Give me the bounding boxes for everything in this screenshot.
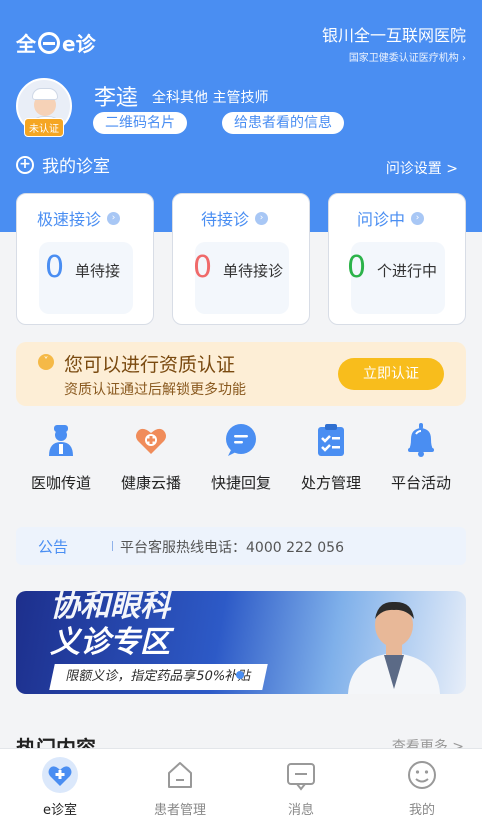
card-label: 个进行中 bbox=[377, 262, 438, 280]
carousel-indicator[interactable] bbox=[236, 671, 244, 679]
home-icon bbox=[164, 759, 196, 791]
doctor-department-title: 全科其他 主管技师 bbox=[152, 87, 268, 107]
tool-quick-reply[interactable]: 快捷回复 bbox=[196, 420, 286, 493]
tool-prescription[interactable]: 处方管理 bbox=[286, 420, 376, 493]
tool-label: 健康云播 bbox=[120, 474, 181, 492]
patient-info-button[interactable]: 给患者看的信息 bbox=[222, 112, 344, 134]
message-icon bbox=[285, 759, 317, 791]
announcement-tag: 公告 bbox=[38, 538, 69, 556]
logo-text-left: 全 bbox=[16, 32, 36, 56]
chevron-down-icon: ˅ bbox=[38, 354, 54, 370]
tab-patient-management[interactable]: 患者管理 bbox=[132, 759, 228, 818]
card-in-progress[interactable]: 问诊中 › 0 个进行中 bbox=[328, 193, 466, 325]
tool-doctor-lectures[interactable]: 医咖传道 bbox=[16, 420, 106, 493]
hospital-info[interactable]: 银川全一互联网医院 国家卫健委认证医疗机构 › bbox=[322, 22, 466, 64]
card-count: 0 bbox=[347, 250, 367, 285]
tab-label: 患者管理 bbox=[153, 803, 206, 818]
chevron-right-icon: › bbox=[255, 211, 269, 225]
announcement-text: 平台客服热线电话：4000 222 056 bbox=[120, 540, 344, 556]
card-label: 单待接诊 bbox=[223, 262, 284, 280]
hospital-name: 银川全一互联网医院 bbox=[321, 26, 466, 45]
tool-label: 快捷回复 bbox=[210, 474, 271, 492]
doctor-icon bbox=[43, 422, 79, 458]
verify-now-button[interactable]: 立即认证 bbox=[338, 358, 444, 390]
card-title-text: 待接诊 bbox=[201, 210, 250, 229]
banner-title: 义诊专区 bbox=[50, 625, 170, 660]
promo-banner[interactable]: 协和眼科 义诊专区 限额义诊，指定药品享50%补贴 bbox=[16, 591, 466, 694]
tab-mine[interactable]: 我的 bbox=[374, 759, 470, 818]
tab-label: 消息 bbox=[287, 803, 314, 818]
card-title-text: 极速接诊 bbox=[37, 210, 102, 229]
card-count: 0 bbox=[193, 250, 213, 285]
tool-label: 医咖传道 bbox=[30, 474, 91, 492]
card-label: 单待接 bbox=[75, 262, 121, 280]
tool-label: 平台活动 bbox=[390, 474, 451, 492]
verify-subtitle: 资质认证通过后解锁更多功能 bbox=[64, 382, 246, 398]
verify-banner: ˅ 您可以进行资质认证 资质认证通过后解锁更多功能 立即认证 bbox=[16, 342, 466, 406]
chat-icon bbox=[223, 422, 259, 458]
card-fast-consult[interactable]: 极速接诊 › 0 单待接 bbox=[16, 193, 154, 325]
tool-platform-events[interactable]: 平台活动 bbox=[376, 420, 466, 493]
card-title: 问诊中 › bbox=[357, 206, 425, 230]
hospital-certification: 国家卫健委认证医疗机构 › bbox=[348, 53, 466, 64]
chevron-right-icon: › bbox=[107, 211, 121, 225]
tab-label: 我的 bbox=[408, 803, 435, 818]
tool-health-live[interactable]: 健康云播 bbox=[106, 420, 196, 493]
bottom-tab-bar: e诊室 患者管理 消息 我的 bbox=[0, 748, 482, 823]
doctor-department: 全科其他 bbox=[152, 90, 208, 106]
smile-face-icon bbox=[406, 759, 438, 791]
doctor-title: 主管技师 bbox=[212, 90, 269, 106]
card-pending[interactable]: 待接诊 › 0 单待接诊 bbox=[172, 193, 310, 325]
divider bbox=[112, 541, 113, 551]
tool-label: 处方管理 bbox=[300, 474, 361, 492]
clipboard-icon bbox=[313, 422, 349, 458]
banner-subtitle: 限额义诊，指定药品享50%补贴 bbox=[49, 664, 268, 690]
heart-plus-icon bbox=[42, 757, 78, 793]
chevron-right-icon: › bbox=[411, 211, 425, 225]
bell-icon bbox=[403, 422, 439, 458]
logo-text-right: e诊 bbox=[62, 32, 96, 56]
card-count: 0 bbox=[45, 250, 65, 285]
plus-circle-icon: + bbox=[16, 155, 34, 174]
my-clinic-title: + 我的诊室 bbox=[16, 152, 110, 177]
doctor-name: 李逵 bbox=[94, 86, 139, 111]
avatar-cap bbox=[32, 88, 58, 100]
tab-messages[interactable]: 消息 bbox=[253, 759, 349, 818]
status-badge: 未认证 bbox=[24, 118, 64, 137]
card-title-text: 问诊中 bbox=[357, 210, 406, 229]
logo-ring-icon bbox=[38, 31, 60, 54]
my-clinic-label: 我的诊室 bbox=[42, 157, 110, 177]
consult-settings-link[interactable]: 问诊设置 > bbox=[386, 158, 458, 178]
qr-card-button[interactable]: 二维码名片 bbox=[93, 112, 187, 134]
doctor-photo bbox=[340, 597, 448, 694]
tab-e-clinic[interactable]: e诊室 bbox=[12, 757, 108, 818]
tool-grid: 医咖传道 健康云播 快捷回复 处方管理 平台活动 bbox=[0, 420, 482, 502]
tab-label: e诊室 bbox=[43, 803, 77, 818]
verify-title: 您可以进行资质认证 bbox=[64, 354, 236, 376]
card-title: 极速接诊 › bbox=[37, 206, 121, 230]
heart-plus-icon bbox=[133, 422, 169, 458]
app-logo: 全 e诊 bbox=[16, 28, 96, 57]
announcement-bar[interactable]: 公告 平台客服热线电话：4000 222 056 bbox=[16, 527, 466, 565]
card-title: 待接诊 › bbox=[201, 206, 269, 230]
